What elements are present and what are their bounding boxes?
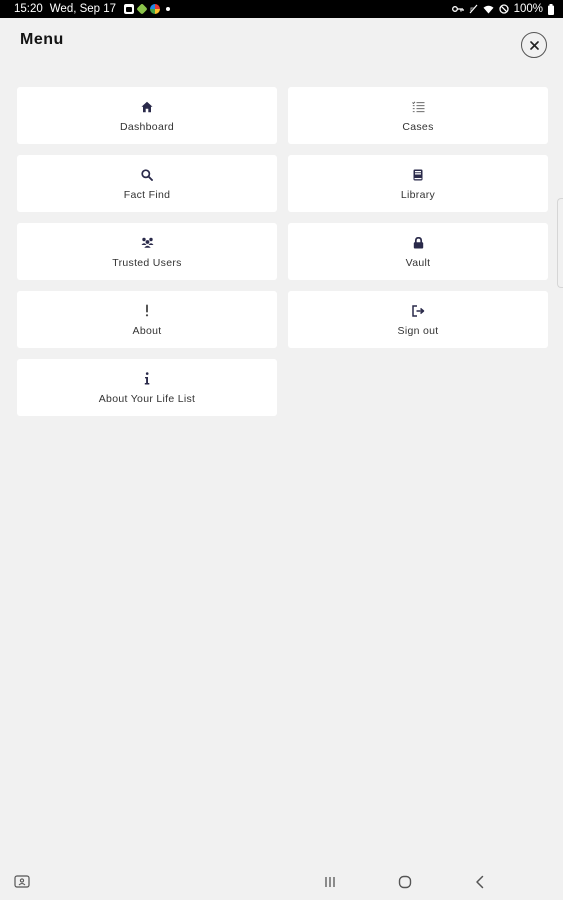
menu-item-label: Library (400, 188, 436, 201)
menu-item-library[interactable]: Library (288, 155, 548, 212)
menu-item-about-your-life-list[interactable]: About Your Life List (17, 359, 277, 416)
system-status-icons: 100% (451, 3, 554, 15)
menu-item-trusted-users[interactable]: Trusted Users (17, 223, 277, 280)
lock-icon (413, 235, 424, 251)
keyboard-switch-button[interactable] (12, 872, 32, 892)
notification-icons (124, 3, 171, 15)
status-date: Wed, Sep 17 (49, 3, 117, 15)
menu-item-sign-out[interactable]: Sign out (288, 291, 548, 348)
book-icon (413, 167, 423, 183)
info-icon (144, 371, 150, 387)
app-screen: 15:20 Wed, Sep 17 100% Menu Dashboard Ca… (0, 0, 563, 900)
recent-apps-button[interactable] (320, 872, 340, 892)
battery-icon (548, 3, 554, 15)
menu-item-fact-find[interactable]: Fact Find (17, 155, 277, 212)
menu-item-label: Fact Find (123, 188, 171, 201)
sign-out-icon (411, 303, 425, 319)
key-icon (451, 6, 464, 12)
menu-item-label: About (132, 324, 162, 337)
status-time: 15:20 (14, 3, 43, 15)
checklist-icon (411, 99, 425, 115)
menu-item-label: Trusted Users (112, 256, 182, 269)
search-icon (141, 167, 153, 183)
back-icon (476, 875, 484, 889)
status-bar: 15:20 Wed, Sep 17 100% (0, 0, 563, 18)
edge-panel-handle[interactable] (557, 198, 563, 288)
menu-item-label: Dashboard (119, 120, 175, 133)
chrome-notification-icon (150, 4, 161, 14)
do-not-disturb-icon (498, 4, 509, 14)
menu-item-label: Cases (402, 120, 434, 133)
keyboard-switch-icon (14, 875, 30, 888)
home-circle-icon (398, 875, 412, 889)
mute-icon (469, 4, 478, 14)
page-title: Menu (20, 31, 64, 48)
menu-item-label: Sign out (397, 324, 439, 337)
back-button[interactable] (470, 872, 490, 892)
system-navigation-bar (0, 864, 563, 900)
recent-apps-icon (325, 877, 335, 887)
home-button[interactable] (395, 872, 415, 892)
app-notification-icon (136, 3, 148, 15)
close-button[interactable] (521, 32, 547, 58)
close-icon (529, 40, 539, 50)
menu-item-label: Vault (405, 256, 431, 269)
gallery-notification-icon (124, 4, 135, 14)
menu-grid: Dashboard Cases Fact Find Library Truste (17, 87, 548, 416)
home-icon (141, 99, 153, 115)
menu-header: Menu (0, 18, 563, 78)
wifi-icon (483, 5, 494, 13)
menu-item-vault[interactable]: Vault (288, 223, 548, 280)
battery-percent: 100% (513, 3, 543, 15)
users-icon (141, 235, 154, 251)
menu-item-about[interactable]: About (17, 291, 277, 348)
menu-item-label: About Your Life List (98, 392, 196, 405)
more-notifications-icon (166, 7, 171, 11)
exclamation-icon (145, 303, 149, 319)
menu-item-cases[interactable]: Cases (288, 87, 548, 144)
menu-item-dashboard[interactable]: Dashboard (17, 87, 277, 144)
